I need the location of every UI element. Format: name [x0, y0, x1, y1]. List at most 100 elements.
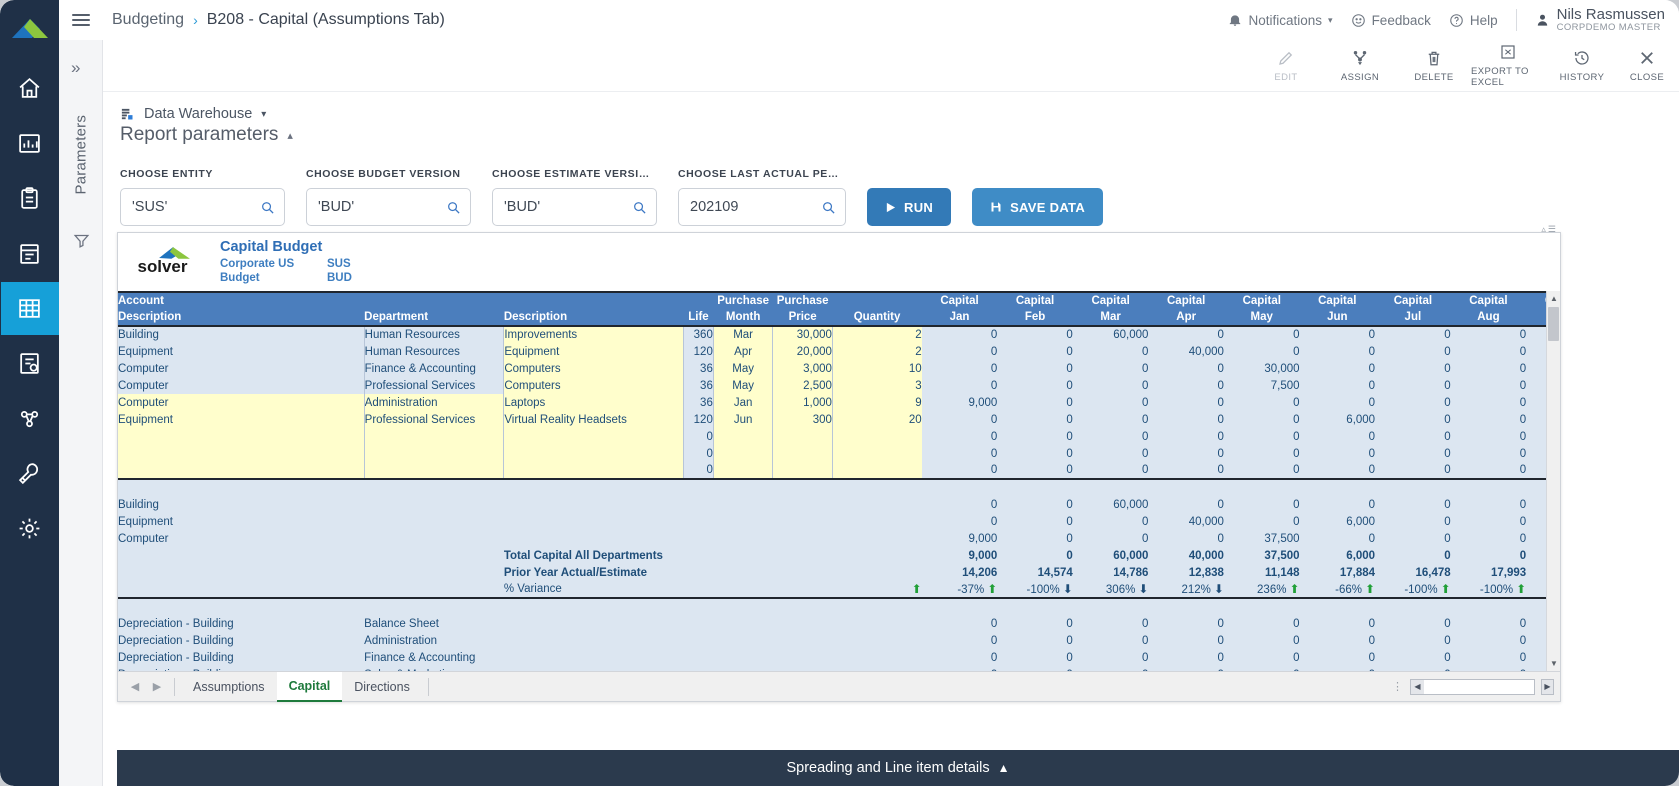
cell-department[interactable]: Human Resources — [364, 343, 504, 360]
tab-next-arrow[interactable]: ▶ — [146, 680, 168, 693]
cell-department[interactable]: Professional Services — [364, 411, 504, 428]
cell-blank[interactable] — [684, 615, 714, 632]
cell-capital-month[interactable]: 0 — [922, 513, 998, 530]
history-button[interactable]: HISTORY — [1545, 49, 1619, 83]
table-row[interactable]: Depreciation - BuildingBalance Sheet0000… — [118, 615, 1560, 632]
cell-variance-label[interactable]: % Variance — [504, 581, 684, 598]
cell-purchase-price[interactable]: 30,000 — [773, 326, 833, 343]
cell-life[interactable]: 0 — [684, 445, 714, 462]
cell-description[interactable] — [504, 428, 684, 445]
cell-blank[interactable] — [773, 530, 833, 547]
cell-capital-month[interactable]: 0 — [1375, 513, 1451, 530]
cell-capital-month[interactable]: 0 — [1375, 428, 1451, 445]
cell-blank[interactable] — [504, 632, 684, 649]
cell-life[interactable]: 36 — [684, 394, 714, 411]
cell-capital-month[interactable]: 0 — [1224, 343, 1300, 360]
estimate-version-input[interactable] — [504, 199, 632, 215]
cell-capital-month[interactable]: 0 — [922, 326, 998, 343]
cell-variance[interactable]: -100%⬆ — [1451, 581, 1527, 598]
cell-capital-month[interactable]: 0 — [1073, 411, 1149, 428]
table-row[interactable]: EquipmentHuman ResourcesEquipment120Apr2… — [118, 343, 1560, 360]
cell-capital-month[interactable]: 0 — [1073, 343, 1149, 360]
cell-description[interactable]: Improvements — [504, 326, 684, 343]
cell-capital-month[interactable]: 0 — [1073, 462, 1149, 479]
scroll-left-arrow[interactable]: ◀ — [1411, 680, 1424, 694]
tab-directions[interactable]: Directions — [342, 672, 422, 702]
cell-capital-month[interactable]: 60,000 — [1073, 496, 1149, 513]
cell-capital-month[interactable]: 0 — [997, 394, 1073, 411]
cell-purchase-month[interactable]: Jan — [713, 394, 773, 411]
run-button[interactable]: RUN — [867, 188, 951, 226]
cell-capital-month[interactable]: 14,786 — [1073, 564, 1149, 581]
feedback-button[interactable]: Feedback — [1351, 13, 1431, 28]
cell-capital-month[interactable]: 0 — [997, 411, 1073, 428]
cell-capital-month[interactable]: 30,000 — [1224, 360, 1300, 377]
cell-summary-label[interactable] — [504, 513, 684, 530]
cell-capital-month[interactable]: 0 — [1451, 496, 1527, 513]
cell-description[interactable] — [504, 445, 684, 462]
cell-capital-month[interactable]: 0 — [1451, 428, 1527, 445]
cell-blank[interactable] — [364, 581, 504, 598]
cell-quantity[interactable]: 2 — [832, 326, 921, 343]
cell-account[interactable]: Computer — [118, 377, 364, 394]
cell-capital-month[interactable]: 40,000 — [1148, 513, 1224, 530]
cell-description[interactable]: Equipment — [504, 343, 684, 360]
cell-capital-month[interactable]: 0 — [997, 547, 1073, 564]
cell-capital-month[interactable]: 0 — [1451, 547, 1527, 564]
cell-capital-month[interactable]: 0 — [1375, 394, 1451, 411]
cell-capital-month[interactable]: 0 — [1073, 377, 1149, 394]
cell-blank[interactable] — [832, 496, 921, 513]
cell-capital-month[interactable]: 0 — [997, 360, 1073, 377]
cell-blank[interactable] — [684, 513, 714, 530]
cell-account[interactable]: Equipment — [118, 411, 364, 428]
cell-blank[interactable] — [832, 547, 921, 564]
cell-capital-month[interactable]: 6,000 — [1300, 513, 1376, 530]
cell-capital-month[interactable]: 0 — [1148, 649, 1224, 666]
cell-department[interactable]: Professional Services — [364, 377, 504, 394]
cell-quantity[interactable]: 2 — [832, 343, 921, 360]
cell-quantity[interactable]: 20 — [832, 411, 921, 428]
cell-capital-month[interactable]: 0 — [1073, 394, 1149, 411]
cell-capital-month[interactable]: 9,000 — [922, 530, 998, 547]
cell-capital-month[interactable]: 0 — [1300, 462, 1376, 479]
cell-life[interactable]: 0 — [684, 428, 714, 445]
cell-department[interactable] — [364, 445, 504, 462]
last-actual-period-input[interactable] — [690, 199, 821, 215]
cell-account[interactable]: Computer — [118, 530, 364, 547]
cell-blank[interactable] — [713, 564, 773, 581]
save-data-button[interactable]: SAVE DATA — [972, 188, 1103, 226]
cell-blank[interactable] — [832, 530, 921, 547]
cell-blank[interactable] — [713, 615, 773, 632]
cell-capital-month[interactable]: 0 — [1300, 428, 1376, 445]
cell-purchase-month[interactable]: Apr — [713, 343, 773, 360]
cell-capital-month[interactable]: 40,000 — [1148, 343, 1224, 360]
cell-capital-month[interactable]: 60,000 — [1073, 547, 1149, 564]
cell-capital-month[interactable]: 9,000 — [922, 394, 998, 411]
cell-capital-month[interactable]: 17,993 — [1451, 564, 1527, 581]
cell-variance[interactable]: -37%⬆ — [922, 581, 998, 598]
cell-capital-month[interactable]: 0 — [1148, 632, 1224, 649]
edit-button[interactable]: EDIT — [1249, 49, 1323, 83]
cell-account[interactable]: Building — [118, 496, 364, 513]
cell-capital-month[interactable]: 0 — [1148, 615, 1224, 632]
cell-blank[interactable] — [364, 564, 504, 581]
cell-capital-month[interactable]: 6,000 — [1300, 411, 1376, 428]
cell-description[interactable] — [504, 462, 684, 479]
entity-input[interactable] — [132, 199, 260, 215]
close-button[interactable]: CLOSE — [1619, 49, 1675, 83]
cell-department[interactable]: Finance & Accounting — [364, 360, 504, 377]
table-row[interactable]: ComputerProfessional ServicesComputers36… — [118, 377, 1560, 394]
cell-capital-month[interactable]: 0 — [997, 445, 1073, 462]
breadcrumb-root[interactable]: Budgeting — [112, 11, 184, 29]
data-warehouse-selector[interactable]: Data Warehouse ▾ — [120, 106, 266, 122]
cell-capital-month[interactable]: 0 — [1224, 326, 1300, 343]
scroll-grip[interactable]: ⋮ — [1392, 680, 1404, 693]
cell-variance[interactable]: -100%⬇ — [997, 581, 1073, 598]
table-row[interactable]: Depreciation - BuildingAdministration000… — [118, 632, 1560, 649]
cell-capital-month[interactable]: 0 — [922, 428, 998, 445]
cell-capital-month[interactable]: 0 — [1224, 513, 1300, 530]
cell-blank[interactable] — [832, 513, 921, 530]
cell-blank[interactable] — [364, 547, 504, 564]
sidebar-item-tools[interactable] — [1, 447, 59, 500]
cell-purchase-price[interactable] — [773, 462, 833, 479]
